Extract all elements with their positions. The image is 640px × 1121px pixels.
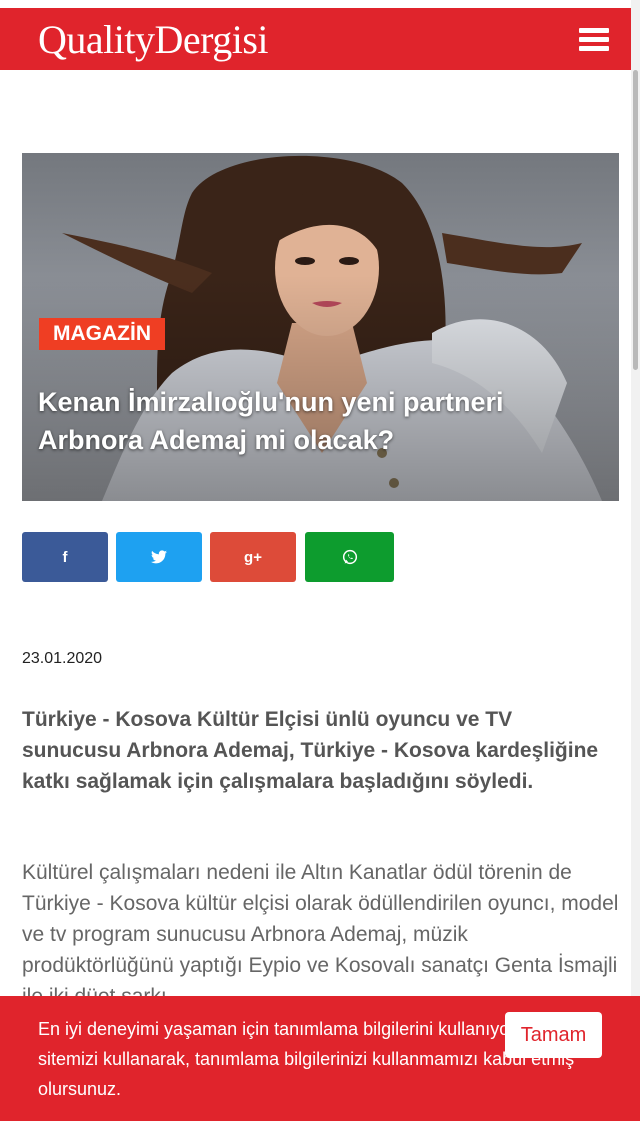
twitter-icon — [151, 550, 167, 564]
whatsapp-icon — [342, 549, 357, 565]
site-logo[interactable]: QualityDergisi — [38, 16, 269, 64]
googleplus-icon: g+ — [244, 548, 262, 566]
facebook-share-button[interactable]: f — [22, 532, 108, 582]
hero-article-card[interactable]: MAGAZİN Kenan İmirzalıoğlu'nun yeni part… — [22, 153, 619, 501]
page-scrollbar[interactable] — [631, 0, 640, 1121]
scrollbar-thumb[interactable] — [633, 70, 638, 370]
facebook-icon: f — [62, 548, 68, 566]
site-header: QualityDergisi — [0, 8, 631, 70]
whatsapp-share-button[interactable] — [305, 532, 394, 582]
article-date: 23.01.2020 — [22, 650, 103, 667]
twitter-share-button[interactable] — [116, 532, 202, 582]
article-lead: Türkiye - Kosova Kültür Elçisi ünlü oyun… — [22, 708, 599, 793]
cookie-accept-button[interactable]: Tamam — [505, 1012, 602, 1058]
hero-title[interactable]: Kenan İmirzalıoğlu'nun yeni partneri Arb… — [38, 383, 598, 459]
article-body: Kültürel çalışmaları nedeni ile Altın Ka… — [22, 861, 619, 1008]
category-badge[interactable]: MAGAZİN — [39, 318, 165, 350]
hamburger-menu-icon[interactable] — [579, 28, 609, 52]
cookie-consent-bar: En iyi deneyimi yaşaman için tanımlama b… — [0, 996, 640, 1121]
googleplus-share-button[interactable]: g+ — [210, 532, 296, 582]
